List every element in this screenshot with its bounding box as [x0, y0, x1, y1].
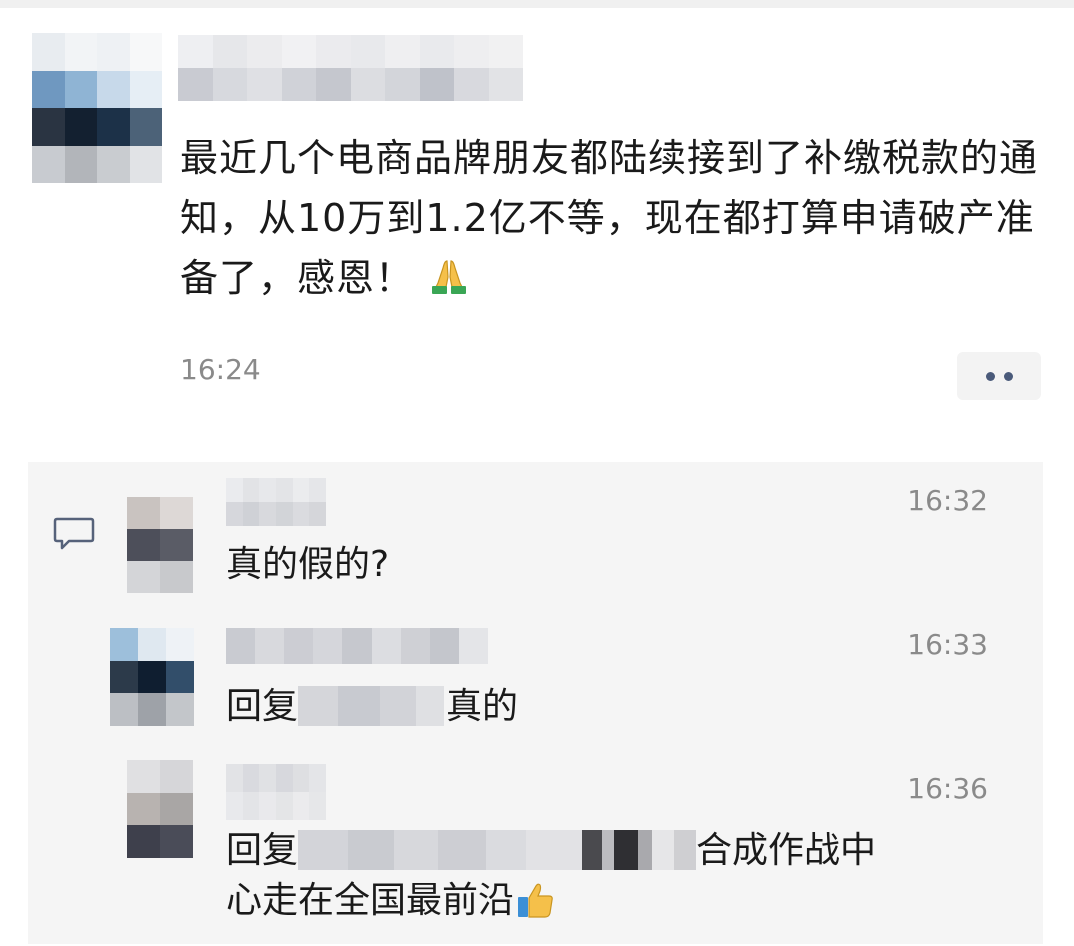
comment-time: 16:33	[907, 628, 988, 661]
thumbs-up-icon	[518, 883, 553, 918]
reply-prefix: 回复	[226, 686, 299, 727]
more-dot	[985, 371, 995, 381]
commenter-name[interactable]	[226, 764, 326, 820]
top-divider	[0, 0, 1074, 8]
poster-name[interactable]	[178, 35, 523, 101]
comment-body: 心走在全国最前沿	[226, 880, 515, 921]
post-time: 16:24	[180, 353, 261, 386]
comment-avatar[interactable]	[110, 628, 194, 726]
redacted-text	[582, 830, 697, 870]
comment-line-2: 心走在全国最前沿	[226, 876, 1026, 926]
comment-avatar[interactable]	[127, 497, 193, 593]
more-button[interactable]	[957, 352, 1041, 400]
comment-bubble-icon	[53, 517, 95, 550]
commenter-name[interactable]	[226, 478, 326, 526]
comment-time: 16:36	[907, 772, 988, 805]
post-text: 最近几个电商品牌朋友都陆续接到了补缴税款的通知，从10万到1.2亿不等，现在都打…	[180, 136, 1039, 300]
comment-time: 16:32	[907, 484, 988, 517]
comment-text: 回复 合成作战中 心走在全国最前沿	[226, 826, 1026, 926]
moments-post-screen: 最近几个电商品牌朋友都陆续接到了补缴税款的通知，从10万到1.2亿不等，现在都打…	[0, 0, 1074, 946]
avatar[interactable]	[32, 33, 162, 183]
post-content: 最近几个电商品牌朋友都陆续接到了补缴税款的通知，从10万到1.2亿不等，现在都打…	[180, 128, 1040, 308]
comment-avatar[interactable]	[127, 760, 193, 858]
reply-target-name[interactable]	[298, 830, 583, 870]
folded-hands-icon	[432, 260, 467, 294]
commenter-name[interactable]	[226, 628, 488, 664]
comment-body: 真的	[446, 686, 519, 727]
comment-body: 合成作战中	[696, 830, 877, 871]
reply-target-name[interactable]	[298, 686, 445, 726]
comment-line-1: 回复 合成作战中	[226, 826, 1026, 876]
more-dot	[1003, 371, 1013, 381]
comment-text: 回复 真的	[226, 682, 518, 732]
comment-text: 真的假的?	[226, 544, 390, 585]
reply-prefix: 回复	[226, 830, 299, 871]
